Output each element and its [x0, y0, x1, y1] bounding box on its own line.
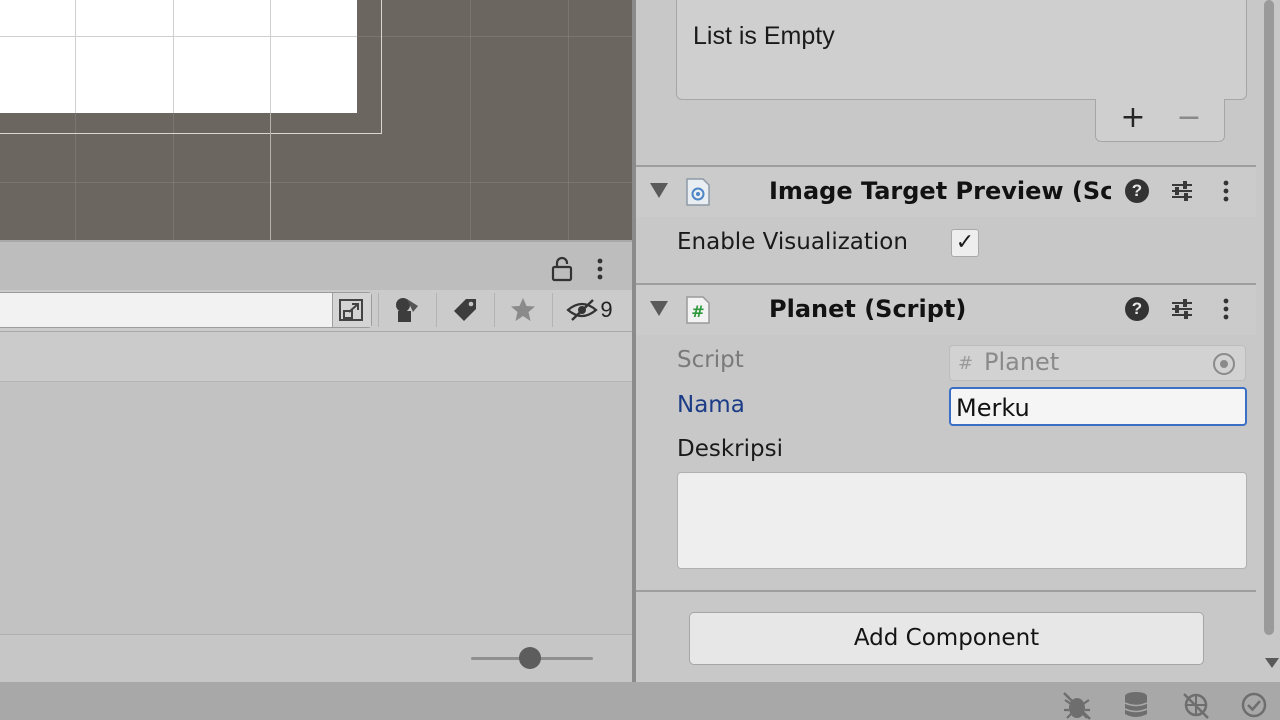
component-title: Image Target Preview (Script)	[769, 177, 1111, 205]
canvas-grid-line	[0, 36, 357, 37]
enable-visualization-label: Enable Visualization	[677, 229, 908, 255]
scene-axis-line	[270, 113, 271, 240]
image-target-preview-header[interactable]: Image Target Preview (Script) ?	[636, 167, 1256, 217]
favorites-button[interactable]	[494, 293, 550, 327]
foldout-arrow-icon[interactable]	[650, 183, 668, 198]
kebab-menu-icon[interactable]	[1216, 178, 1236, 204]
kebab-menu-icon[interactable]	[590, 256, 610, 282]
network-icon[interactable]	[1180, 690, 1212, 720]
script-asset-icon	[686, 178, 710, 206]
lock-icon[interactable]	[549, 256, 575, 282]
deskripsi-text-area[interactable]	[677, 472, 1247, 569]
canvas-grid-line	[270, 0, 271, 113]
search-by-label-button[interactable]	[436, 293, 492, 327]
cache-server-icon[interactable]	[1120, 690, 1152, 720]
search-by-type-icon	[395, 298, 418, 322]
script-field-label: Script	[677, 347, 744, 373]
canvas-grid-line	[75, 0, 76, 113]
nama-field-label: Nama	[677, 392, 745, 418]
kebab-menu-icon[interactable]	[1216, 296, 1236, 322]
project-tab-bar	[0, 240, 632, 290]
canvas-image-target[interactable]	[0, 0, 357, 113]
project-list-body[interactable]	[0, 382, 632, 634]
scene-grid-line	[0, 182, 632, 183]
expand-search-icon	[339, 299, 363, 321]
label-tag-icon	[453, 299, 476, 321]
hidden-packages-button[interactable]: 9	[552, 293, 626, 327]
presets-icon[interactable]	[1169, 178, 1195, 204]
progress-check-icon[interactable]	[1238, 690, 1270, 720]
list-remove-button[interactable]: −	[1172, 101, 1206, 135]
add-component-button[interactable]: Add Component	[689, 612, 1204, 665]
status-bar	[0, 682, 1280, 720]
list-empty-text: List is Empty	[693, 22, 835, 50]
csharp-script-icon: #	[686, 296, 710, 324]
deskripsi-field-label: Deskripsi	[677, 436, 783, 462]
list-add-button[interactable]: +	[1116, 101, 1150, 135]
zoom-slider-thumb[interactable]	[518, 647, 541, 669]
inspector-scrollbar[interactable]	[1262, 0, 1276, 635]
star-icon	[510, 298, 535, 321]
list-footer-buttons: + −	[1095, 99, 1225, 142]
debug-icon[interactable]	[1061, 690, 1093, 720]
nama-text-field[interactable]	[949, 387, 1247, 426]
scroll-down-arrow-icon[interactable]	[1265, 658, 1279, 668]
inspector-panel: List is Empty + − Image Target Preview (…	[636, 0, 1280, 682]
open-search-window-button[interactable]	[332, 293, 371, 327]
search-input[interactable]	[0, 292, 372, 328]
component-title: Planet (Script)	[769, 295, 967, 323]
component-separator	[636, 590, 1256, 592]
hidden-eye-icon	[566, 299, 599, 321]
scrollbar-thumb[interactable]	[1264, 0, 1274, 635]
script-object-name: Planet	[984, 348, 1060, 376]
foldout-arrow-icon[interactable]	[650, 301, 668, 316]
project-list-header	[0, 332, 632, 382]
project-panel: 9	[0, 240, 632, 682]
hidden-packages-count: 9	[600, 297, 613, 322]
canvas-grid-line	[173, 0, 174, 113]
help-icon[interactable]: ?	[1125, 297, 1149, 321]
scene-view[interactable]	[0, 0, 632, 240]
object-picker-icon[interactable]	[1213, 353, 1235, 375]
csharp-script-icon: #	[958, 353, 974, 374]
script-object-field[interactable]: # Planet	[949, 345, 1246, 381]
svg-text:#: #	[691, 302, 704, 321]
presets-icon[interactable]	[1169, 296, 1195, 322]
search-by-type-button[interactable]	[378, 293, 434, 327]
enable-visualization-checkbox[interactable]: ✓	[951, 229, 979, 257]
planet-script-header[interactable]: # Planet (Script) ?	[636, 285, 1256, 335]
help-icon[interactable]: ?	[1125, 179, 1149, 203]
